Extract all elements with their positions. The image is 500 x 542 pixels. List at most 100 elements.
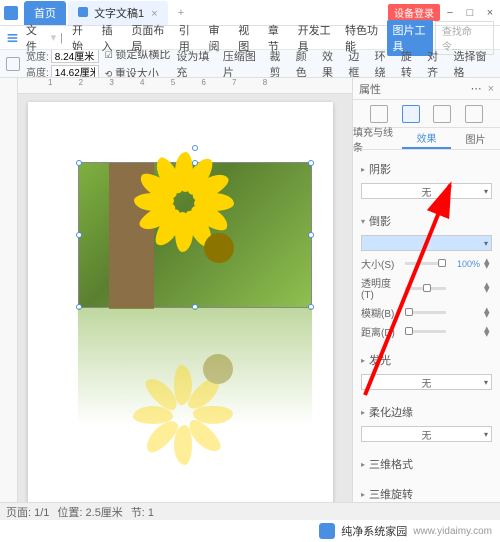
toolbar-divider: |	[60, 32, 63, 44]
properties-title: 属性	[359, 81, 471, 97]
ribbon-border[interactable]: 边框	[348, 50, 368, 78]
ribbon-fill[interactable]: 设为填充	[176, 50, 217, 78]
ribbon-selection[interactable]: 选择窗格	[453, 50, 494, 78]
horizontal-ruler	[18, 78, 352, 94]
size-slider[interactable]	[405, 262, 446, 265]
section-reflection: ▾倒影 大小(S) 100% ▴▾ 透明度(T) ▴▾ 模糊(B)	[353, 206, 500, 345]
transparency-value	[450, 283, 480, 293]
properties-header: 属性 ⋯ ×	[353, 78, 500, 100]
status-bar: 页面: 1/1 位置: 2.5厘米 节: 1	[0, 502, 500, 520]
lock-ratio-checkbox[interactable]: ☑ 锁定纵横比	[105, 50, 171, 62]
tab-picture[interactable]: 图片	[451, 128, 500, 149]
window-controls: − □ ×	[444, 7, 496, 19]
document-viewport[interactable]	[18, 78, 352, 502]
resize-handle[interactable]	[76, 232, 82, 238]
tab-document-label: 文字文稿1	[94, 8, 144, 20]
transparency-spinner[interactable]: ▴▾	[484, 283, 492, 293]
fill-line-icon[interactable]	[370, 105, 388, 123]
effects-icon[interactable]	[402, 105, 420, 123]
size-label: 大小(S)	[361, 256, 401, 271]
ribbon-buttons: 设为填充 压缩图片 裁剪 颜色 效果 边框 环绕 旋转 对齐 选择窗格	[176, 50, 494, 78]
selected-image[interactable]	[78, 162, 312, 308]
tab-fill-line[interactable]: 填充与线条	[353, 128, 402, 149]
resize-handle[interactable]	[192, 160, 198, 166]
ribbon-effect[interactable]: 效果	[322, 50, 342, 78]
status-section: 节: 1	[131, 504, 154, 520]
watermark-bar: 纯净系统家园 www.yidaimy.com	[0, 520, 500, 542]
image-reflection	[78, 308, 312, 454]
vertical-ruler	[0, 78, 18, 502]
reset-size-button[interactable]: ⟲ 重设大小	[105, 65, 159, 78]
ribbon-compress[interactable]: 压缩图片	[223, 50, 264, 78]
blur-slider[interactable]	[405, 311, 446, 314]
section-shadow-header[interactable]: ▸阴影	[361, 158, 492, 180]
reflection-blur-row: 模糊(B) ▴▾	[361, 303, 492, 322]
properties-panel: 属性 ⋯ × 填充与线条 效果 图片 ▸阴影 无 ▾倒影 大小(S)	[352, 78, 500, 502]
resize-handle[interactable]	[308, 232, 314, 238]
resize-handle[interactable]	[76, 160, 82, 166]
reflection-distance-row: 距离(D) ▴▾	[361, 322, 492, 341]
maximize-button[interactable]: □	[464, 7, 476, 19]
beta-badge[interactable]: 设备登录	[388, 4, 440, 21]
reflection-size-row: 大小(S) 100% ▴▾	[361, 254, 492, 273]
minimize-button[interactable]: −	[444, 7, 456, 19]
reflection-transparency-row: 透明度(T) ▴▾	[361, 273, 492, 303]
watermark-name: 纯净系统家园	[341, 523, 407, 539]
status-position: 位置: 2.5厘米	[57, 504, 122, 520]
section-glow-header[interactable]: ▸发光	[361, 349, 492, 371]
section-3d-rotate: ▸三维旋转	[353, 479, 500, 502]
section-soft-header[interactable]: ▸柔化边缘	[361, 401, 492, 423]
blur-value	[450, 308, 480, 318]
resize-handle[interactable]	[308, 160, 314, 166]
watermark-icon	[319, 523, 335, 539]
image-content	[164, 193, 274, 303]
soft-preset-select[interactable]: 无	[361, 426, 492, 442]
glow-preset-select[interactable]: 无	[361, 374, 492, 390]
blur-spinner[interactable]: ▴▾	[484, 308, 492, 318]
menu-bar: 文件 ▾ | 开始 插入 页面布局 引用 审阅 视图 章节 开发工具 特色功能 …	[0, 26, 500, 50]
menu-chevron-icon: ▾	[51, 31, 57, 44]
ribbon-color[interactable]: 颜色	[296, 50, 316, 78]
distance-label: 距离(D)	[361, 324, 401, 339]
transparency-label: 透明度(T)	[361, 275, 401, 301]
ribbon-rotate[interactable]: 旋转	[401, 50, 421, 78]
properties-tabs: 填充与线条 效果 图片	[353, 128, 500, 150]
watermark-url: www.yidaimy.com	[413, 526, 492, 537]
size-value: 100%	[450, 259, 480, 269]
shadow-preset-select[interactable]: 无	[361, 183, 492, 199]
menu-icon[interactable]	[6, 30, 19, 46]
width-input[interactable]	[51, 50, 99, 63]
app-icon	[4, 6, 18, 20]
ribbon-crop[interactable]: 裁剪	[269, 50, 289, 78]
tab-close-icon[interactable]: ×	[151, 8, 157, 20]
size-spinner[interactable]: ▴▾	[484, 259, 492, 269]
ribbon-align[interactable]: 对齐	[427, 50, 447, 78]
transparency-slider[interactable]	[405, 287, 446, 290]
tab-effect[interactable]: 效果	[402, 128, 451, 149]
lock-ratio-group: ☑ 锁定纵横比 ⟲ 重设大小	[105, 50, 171, 78]
section-3d-header[interactable]: ▸三维格式	[361, 453, 492, 475]
section-shadow: ▸阴影 无	[353, 154, 500, 206]
blur-label: 模糊(B)	[361, 305, 401, 320]
dimensions-group: 宽度: 高度:	[26, 50, 99, 78]
picture-icon[interactable]	[465, 105, 483, 123]
distance-slider[interactable]	[405, 330, 446, 333]
section-reflection-header[interactable]: ▾倒影	[361, 210, 492, 232]
height-input[interactable]	[51, 65, 99, 79]
size-icon[interactable]	[433, 105, 451, 123]
main-area: 属性 ⋯ × 填充与线条 效果 图片 ▸阴影 无 ▾倒影 大小(S)	[0, 78, 500, 502]
doc-icon	[78, 7, 88, 17]
status-page: 页面: 1/1	[6, 504, 49, 520]
width-label: 宽度:	[26, 50, 49, 63]
section-soft-edges: ▸柔化边缘 无	[353, 397, 500, 449]
panel-menu-icon[interactable]: ⋯	[471, 82, 482, 95]
section-rotate-header[interactable]: ▸三维旋转	[361, 483, 492, 502]
reflection-preset-select[interactable]	[361, 235, 492, 251]
ribbon-wrap[interactable]: 环绕	[375, 50, 395, 78]
crop-icon[interactable]	[6, 57, 20, 71]
distance-spinner[interactable]: ▴▾	[484, 327, 492, 337]
rotate-handle[interactable]	[192, 145, 198, 151]
height-label: 高度:	[26, 64, 49, 78]
close-button[interactable]: ×	[484, 7, 496, 19]
panel-close-icon[interactable]: ×	[488, 83, 494, 95]
